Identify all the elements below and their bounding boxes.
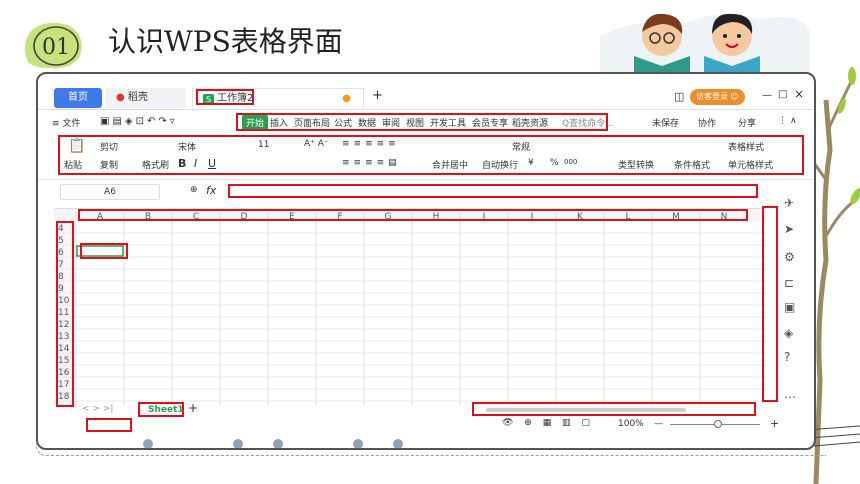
layout-icon[interactable]: ◫ <box>674 90 684 103</box>
align-icons-lower[interactable]: ≡≡≡≡▤ <box>342 158 401 168</box>
scroll-thumb[interactable] <box>486 408 686 412</box>
table-style-button[interactable]: 表格样式 <box>728 140 764 153</box>
highlight-doc-tab <box>196 89 254 105</box>
merge-center-button[interactable]: 合并居中 <box>432 158 468 171</box>
title-tab-bar: 首页 ● 稻壳 S 工作簿2 ● + ◫ 访客登录 ☺ — □ × <box>38 86 814 110</box>
currency-button[interactable]: ¥ <box>528 158 534 168</box>
close-button[interactable]: × <box>794 87 804 101</box>
slide-number-badge: 01 <box>24 22 82 69</box>
minimize-button[interactable]: — <box>762 90 772 101</box>
wps-window: 首页 ● 稻壳 S 工作簿2 ● + ◫ 访客登录 ☺ — □ × ≡ 文件 ▣▤… <box>36 72 816 450</box>
settings-icon[interactable]: ⚙ <box>784 250 795 264</box>
bottom-decoration <box>143 439 403 448</box>
sheet-tab-active[interactable]: Sheet1 <box>138 402 184 417</box>
user-avatar-icon: ☺ <box>730 92 739 101</box>
view-mode-icons[interactable]: 👁 ⊕ ▦ ▥ ▢ <box>502 418 594 428</box>
font-size-select[interactable]: 11 <box>258 140 269 150</box>
type-convert-button[interactable]: 类型转换 <box>618 158 654 171</box>
docer-icon: ● <box>116 92 125 103</box>
number-format-select[interactable]: 常规 <box>512 140 530 153</box>
font-name-select[interactable]: 宋体 <box>178 140 196 153</box>
zoom-out-button[interactable]: — <box>654 419 663 429</box>
align-icons[interactable]: ≡≡≡≡≡ <box>342 139 400 149</box>
formula-input-box[interactable] <box>228 184 758 198</box>
thousands-button[interactable]: 000 <box>564 158 577 166</box>
kids-reading-illustration <box>600 13 810 82</box>
cell-style-button[interactable]: 单元格样式 <box>728 158 773 171</box>
new-tab-button[interactable]: + <box>372 88 383 103</box>
percent-button[interactable]: % <box>550 158 559 168</box>
zoom-in-button[interactable]: + <box>770 417 779 430</box>
zoom-lens-icon[interactable]: ⊕ <box>190 185 198 195</box>
paste-icon[interactable]: 📋 <box>68 138 85 154</box>
rocket-icon[interactable]: ✈ <box>784 196 794 210</box>
spreadsheet-grid[interactable]: A B C D E F G H I J K L M N 4 5 6 7 8 9 10 11 12 13 14 15 16 17 18 <box>54 208 766 407</box>
wrap-text-button[interactable]: 自动换行 <box>482 158 518 171</box>
underline-button[interactable]: U <box>208 157 216 170</box>
sheet-nav-buttons[interactable]: < > >| <box>82 404 113 414</box>
collapse-ribbon-icon[interactable]: ∧ <box>790 116 797 126</box>
file-menu[interactable]: ≡ 文件 <box>52 116 80 129</box>
highlight-menu-bar <box>236 113 608 131</box>
italic-button[interactable]: I <box>194 157 197 170</box>
copy-button[interactable]: 复制 <box>100 158 118 171</box>
share-button[interactable]: 分享 <box>738 116 756 129</box>
visitor-login-button[interactable]: 访客登录 ☺ <box>690 89 745 105</box>
slide-number: 01 <box>42 35 70 60</box>
cursor-icon[interactable]: ➤ <box>784 222 794 236</box>
crop-icon[interactable]: ⊏ <box>784 276 794 290</box>
visitor-login-label: 访客登录 <box>696 92 728 101</box>
tab-docer-label: 稻壳 <box>127 92 148 103</box>
tab-home[interactable]: 首页 <box>54 88 102 108</box>
ribbon-toolbar: 📋 粘贴 剪切 复制 格式刷 宋体 11 B I U A⁺ A⁻ ≡≡≡≡≡ ≡… <box>38 134 814 180</box>
font-size-icons[interactable]: A⁺ A⁻ <box>304 139 329 149</box>
tab-docer[interactable]: ● 稻壳 <box>106 88 186 108</box>
menu-bar: ≡ 文件 ▣▤◈⊡↶↷▿ 开始 插入 页面布局 公式 数据 审阅 视图 开发工具… <box>38 112 814 134</box>
formula-bar: A6 ⊕ fx <box>38 182 814 202</box>
highlight-active-cell <box>80 243 128 259</box>
cut-button[interactable]: 剪切 <box>100 140 118 153</box>
maximize-button[interactable]: □ <box>778 89 787 100</box>
add-sheet-button[interactable]: + <box>188 401 198 415</box>
conditional-format-button[interactable]: 条件格式 <box>674 158 710 171</box>
quick-access-icons[interactable]: ▣▤◈⊡↶↷▿ <box>100 116 178 127</box>
paste-button[interactable]: 粘贴 <box>64 158 82 171</box>
highlight-column-headers <box>78 209 748 221</box>
more-icon[interactable]: ⋮ <box>778 116 787 126</box>
help-icon[interactable]: ? <box>784 350 790 364</box>
image-icon[interactable]: ▣ <box>784 300 795 314</box>
highlight-vertical-scrollbar[interactable] <box>762 206 778 402</box>
collaborate-button[interactable]: 协作 <box>698 116 716 129</box>
highlight-status-left <box>86 418 132 432</box>
horizontal-scrollbar[interactable] <box>472 402 756 416</box>
format-painter-button[interactable]: 格式刷 <box>142 158 169 171</box>
sheet-tab-label: Sheet1 <box>148 405 184 415</box>
zoom-slider-thumb[interactable] <box>714 420 722 428</box>
right-side-toolbar: ✈ ➤ ⚙ ⊏ ▣ ◈ ? ⋯ <box>762 192 812 412</box>
zoom-level[interactable]: 100% <box>618 419 644 429</box>
bold-button[interactable]: B <box>178 157 186 170</box>
location-icon[interactable]: ◈ <box>784 326 793 340</box>
unsaved-status[interactable]: 未保存 <box>652 116 679 129</box>
highlight-row-headers <box>56 221 74 407</box>
name-box[interactable]: A6 <box>60 184 160 200</box>
fx-label[interactable]: fx <box>206 184 216 197</box>
slide-title: 认识WPS表格界面 <box>108 25 343 58</box>
unsaved-dot-icon: ● <box>342 93 351 104</box>
